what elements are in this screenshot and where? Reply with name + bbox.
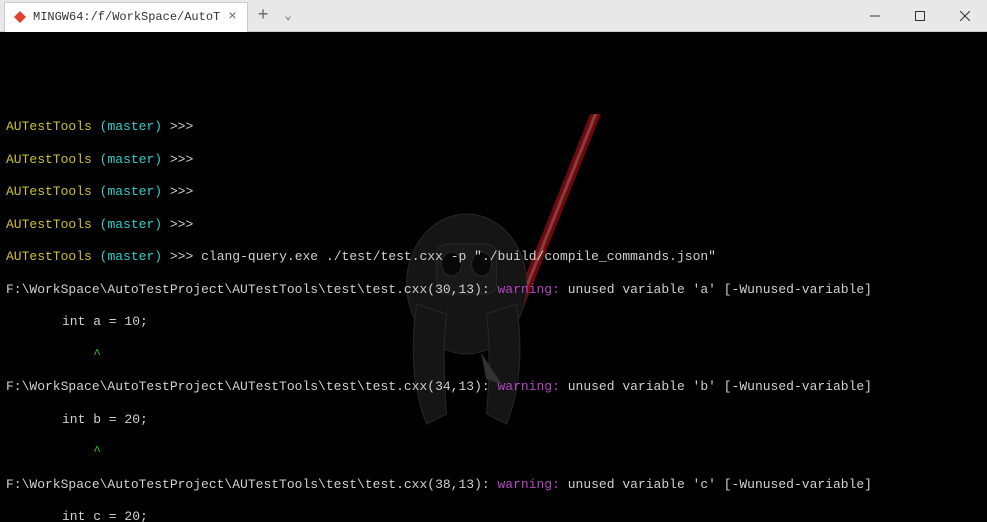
warning-file: F:\WorkSpace\AutoTestProject\AUTestTools…	[6, 282, 482, 297]
minimize-button[interactable]	[852, 1, 897, 31]
tab-title: MINGW64:/f/WorkSpace/AutoT	[33, 10, 220, 24]
caret-marker: ^	[62, 347, 101, 362]
new-tab-button[interactable]: +	[248, 6, 279, 26]
tab-dropdown-icon[interactable]: ⌄	[278, 8, 297, 23]
app-icon	[13, 10, 27, 24]
warning-severity: warning:	[498, 282, 560, 297]
terminal-body[interactable]: AUTestTools (master) >>> AUTestTools (ma…	[0, 32, 987, 522]
terminal-window: MINGW64:/f/WorkSpace/AutoT × + ⌄	[0, 0, 987, 522]
window-controls	[852, 1, 987, 31]
maximize-button[interactable]	[897, 1, 942, 31]
command-text: clang-query.exe ./test/test.cxx -p "./bu…	[201, 249, 716, 264]
tab-close-icon[interactable]: ×	[226, 9, 238, 25]
warning-code: int a = 10;	[62, 314, 148, 329]
prompt-branch: (master)	[100, 119, 162, 134]
titlebar: MINGW64:/f/WorkSpace/AutoT × + ⌄	[0, 0, 987, 32]
terminal-output: AUTestTools (master) >>> AUTestTools (ma…	[6, 103, 981, 522]
prompt-path: AUTestTools	[6, 119, 92, 134]
warning-msg: unused variable 'a' [-Wunused-variable]	[560, 282, 872, 297]
close-button[interactable]	[942, 1, 987, 31]
tab-active[interactable]: MINGW64:/f/WorkSpace/AutoT ×	[4, 2, 248, 32]
prompt-marker: >>>	[170, 119, 193, 134]
